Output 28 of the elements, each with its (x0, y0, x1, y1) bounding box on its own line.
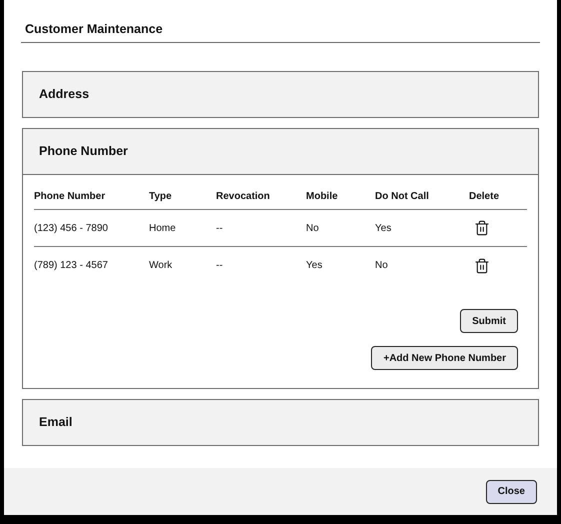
submit-button[interactable]: Submit (460, 309, 518, 333)
column-header: Phone Number (34, 190, 106, 204)
table-cell-text: (789) 123 - 4567 (34, 259, 109, 273)
delete-icon[interactable] (474, 220, 490, 236)
table-cell-text: -- (216, 222, 224, 236)
column-header: Revocation (216, 190, 271, 204)
table-cell-text: -- (216, 259, 224, 273)
table-cell-text: No (375, 259, 389, 273)
add-phone-button[interactable]: +Add New Phone Number (371, 346, 518, 370)
column-header: Mobile (306, 190, 339, 204)
column-header: Delete (468, 190, 500, 204)
section-header[interactable]: Address (23, 72, 538, 117)
table-cell-text: Yes (306, 259, 324, 273)
delete-icon[interactable] (474, 258, 490, 274)
table-cell-text: (123) 456 - 7890 (34, 222, 109, 236)
section-header[interactable]: Email (23, 400, 538, 445)
close-button[interactable]: Close (486, 480, 537, 504)
table-cell-text: Work (149, 259, 174, 273)
section-title: Email (39, 414, 72, 432)
section-title: Phone Number (39, 143, 128, 160)
table-cell-text: Yes (375, 222, 392, 236)
table-cell-text: No (306, 222, 320, 236)
table-cell-text: Home (149, 222, 177, 236)
column-header: Do Not Call (375, 190, 430, 204)
column-header: Type (149, 190, 173, 204)
section-header[interactable]: Phone Number (23, 129, 538, 174)
section-title: Address (39, 86, 90, 104)
dialog-title: Customer Maintenance (25, 22, 163, 36)
